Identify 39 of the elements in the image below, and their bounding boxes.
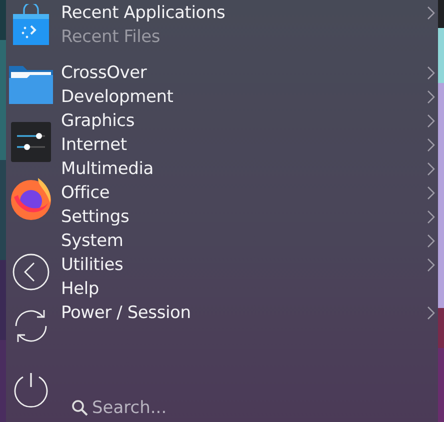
chevron-icon xyxy=(427,138,435,152)
search-icon xyxy=(71,399,89,417)
chevron-icon xyxy=(427,162,435,176)
chevron-icon xyxy=(427,66,435,80)
chevron-icon xyxy=(427,234,435,248)
sliders-icon[interactable] xyxy=(8,120,54,164)
menu-item[interactable]: Office xyxy=(61,181,438,205)
menu-item-label: Recent Files xyxy=(61,27,160,47)
chevron-icon xyxy=(427,90,435,104)
chevron-icon xyxy=(427,6,435,20)
chevron-icon xyxy=(427,258,435,272)
menu-item-label: Office xyxy=(61,183,110,203)
menu-item-label: Help xyxy=(61,279,99,299)
chevron-icon xyxy=(427,114,435,128)
menu-item[interactable]: Recent Applications xyxy=(61,1,438,25)
menu-item[interactable]: Utilities xyxy=(61,253,438,277)
menu-item[interactable]: Settings xyxy=(61,205,438,229)
menu-item-label: Settings xyxy=(61,207,130,227)
chevron-icon xyxy=(427,210,435,224)
menu-item-label: Development xyxy=(61,87,174,107)
search-field[interactable]: Search... xyxy=(92,398,242,418)
menu-item-label: Multimedia xyxy=(61,159,154,179)
menu-item-label: System xyxy=(61,231,124,251)
menu-item[interactable]: Development xyxy=(61,85,438,109)
menu-item-label: CrossOver xyxy=(61,63,147,83)
chevron-icon xyxy=(427,306,435,320)
menu-item[interactable]: CrossOver xyxy=(61,61,438,85)
menu-item-label: Graphics xyxy=(61,111,134,131)
menu-item[interactable]: Power / Session xyxy=(61,301,438,325)
menu-item-label: Utilities xyxy=(61,255,124,275)
menu-item[interactable]: Multimedia xyxy=(61,157,438,181)
menu-item-label: Recent Applications xyxy=(61,3,226,23)
menu-item[interactable]: Help xyxy=(61,277,438,301)
chevron-icon xyxy=(427,186,435,200)
menu-item-label: Power / Session xyxy=(61,303,191,323)
menu-item[interactable]: Graphics xyxy=(61,109,438,133)
menu-item[interactable]: Internet xyxy=(61,133,438,157)
menu-item[interactable]: System xyxy=(61,229,438,253)
menu-item-label: Internet xyxy=(61,135,127,155)
